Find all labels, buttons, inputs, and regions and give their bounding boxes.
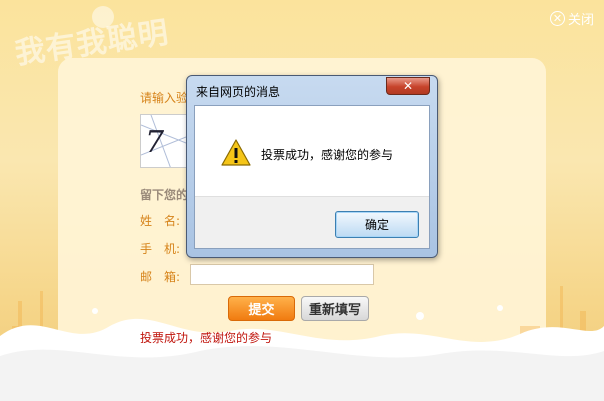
captcha-prompt: 请输入验 (140, 91, 189, 105)
close-icon: ✕ (402, 79, 414, 93)
close-icon: ✕ (549, 11, 565, 26)
dialog-message: 投票成功，感谢您的参与 (261, 148, 394, 162)
captcha-text: 7 (145, 125, 165, 160)
contact-section-label: 留下您的 (140, 188, 189, 202)
warning-icon (221, 139, 251, 166)
close-button[interactable]: ✕ 关闭 (549, 9, 594, 28)
email-label: 邮 箱: (140, 270, 181, 284)
alert-dialog: 来自网页的消息 ✕ 投票成功，感谢您的参与 确定 (186, 75, 438, 258)
captcha-image[interactable]: 7 (140, 114, 190, 168)
reset-button[interactable]: 重新填写 (301, 296, 369, 321)
email-field[interactable] (190, 264, 374, 285)
dialog-close-button[interactable]: ✕ (386, 77, 430, 95)
submit-button[interactable]: 提交 (228, 296, 295, 321)
name-label: 姓 名: (140, 214, 181, 228)
ok-button[interactable]: 确定 (335, 211, 419, 238)
phone-label: 手 机: (140, 242, 181, 256)
close-label: 关闭 (567, 13, 594, 28)
dialog-body: 投票成功，感谢您的参与 确定 (194, 105, 430, 249)
result-message: 投票成功，感谢您的参与 (140, 331, 273, 345)
dialog-title: 来自网页的消息 (196, 85, 281, 99)
